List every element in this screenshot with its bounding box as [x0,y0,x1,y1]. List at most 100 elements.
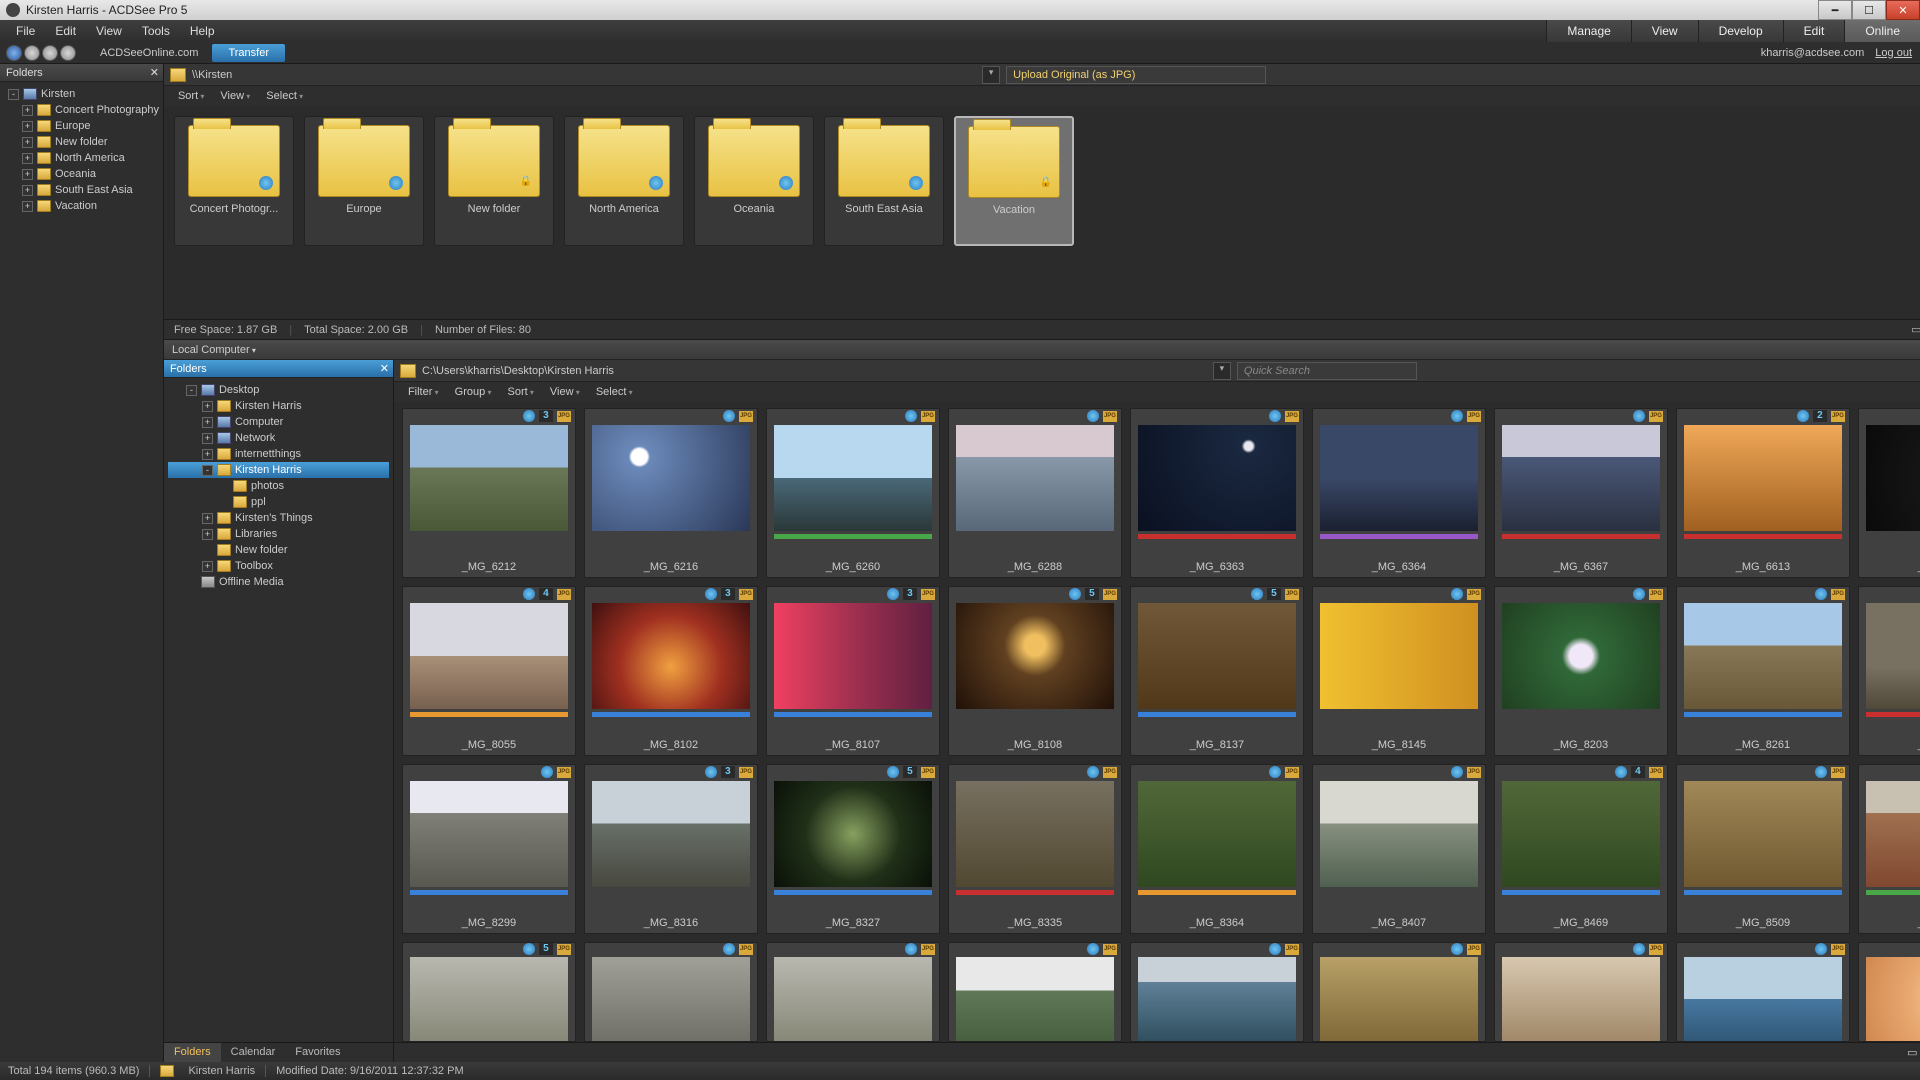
local-sort-button[interactable]: Sort [501,384,539,400]
thumbnail-card[interactable]: JPG [1130,942,1304,1042]
thumbnail-card[interactable]: JPG_MG_8299 [402,764,576,934]
online-tree-item[interactable]: +Concert Photography [4,102,159,118]
online-folder-card[interactable]: North America [564,116,684,246]
local-tree-item[interactable]: +Kirsten Harris [168,398,389,414]
online-sort-button[interactable]: Sort [172,88,210,104]
thumbnail-card[interactable]: JPG_MG_8261 [1676,586,1850,756]
online-tree-root[interactable]: -Kirsten [4,86,159,102]
local-select-button[interactable]: Select [590,384,639,400]
local-tree-item[interactable]: -Desktop [168,382,389,398]
thumbnail-card[interactable]: 3JPG_MG_6212 [402,408,576,578]
menu-file[interactable]: File [6,21,45,41]
online-tree-item[interactable]: +New folder [4,134,159,150]
thumbnail-card[interactable]: JPG_MG_8145 [1312,586,1486,756]
thumbnail-card[interactable]: 4JPG_MG_8055 [402,586,576,756]
online-tree-item[interactable]: +North America [4,150,159,166]
tree-tab-folders[interactable]: Folders [164,1043,221,1062]
path-dropdown-button[interactable]: ▾ [982,66,1000,84]
thumbnail-card[interactable]: 3JPG_MG_8102 [584,586,758,756]
mode-tab-online[interactable]: Online [1844,20,1920,42]
thumbnail-card[interactable]: JPG [1312,942,1486,1042]
close-icon[interactable]: ✕ [380,362,389,375]
thumbnail-card[interactable]: JPG [1676,942,1850,1042]
thumbnail-card[interactable]: 5JPG_MG_8137 [1130,586,1304,756]
online-thumb-slider[interactable]: ▭ ▭ [1911,323,1920,336]
thumbnail-scroll[interactable]: 3JPG_MG_6212JPG_MG_6216JPG_MG_6260JPG_MG… [394,402,1920,1042]
upload-mode-select[interactable]: Upload Original (as JPG) [1006,66,1266,84]
menu-help[interactable]: Help [180,21,225,41]
close-icon[interactable]: ✕ [150,66,159,79]
thumbnail-card[interactable]: JPG_MG_6363 [1130,408,1304,578]
local-tree-item[interactable]: +Kirsten's Things [168,510,389,526]
local-tree-item[interactable]: +internetthings [168,446,389,462]
thumbnail-card[interactable]: 3JPG_MG_8107 [766,586,940,756]
thumbnail-card[interactable]: 1JPG_MG_8287 [1858,586,1920,756]
menu-edit[interactable]: Edit [45,21,86,41]
window-close-button[interactable]: ✕ [1886,0,1920,20]
local-group-button[interactable]: Group [449,384,498,400]
thumbnail-card[interactable]: JPG [1858,942,1920,1042]
quick-search-input[interactable]: Quick Search [1237,362,1417,380]
thumbnail-card[interactable]: JPG_MG_6364 [1312,408,1486,578]
online-folder-card[interactable]: 🔒Vacation [954,116,1074,246]
thumbnail-card[interactable]: JPG [584,942,758,1042]
nav-back-button[interactable] [6,45,22,61]
thumbnail-card[interactable]: JPG_MG_8203 [1494,586,1668,756]
acdsee-online-link[interactable]: ACDSeeOnline.com [90,45,208,61]
logout-link[interactable]: Log out [1875,47,1912,59]
window-minimize-button[interactable]: ━ [1818,0,1852,20]
tree-tab-favorites[interactable]: Favorites [285,1043,350,1062]
thumbnail-card[interactable]: JPG_MG_8407 [1312,764,1486,934]
local-tree-item[interactable]: +Computer [168,414,389,430]
local-tree-item[interactable]: +Toolbox [168,558,389,574]
thumbnail-card[interactable]: 3JPG_MG_8316 [584,764,758,934]
thumbnail-card[interactable]: JPG_MG_6288 [948,408,1122,578]
nav-forward-button[interactable] [24,45,40,61]
thumbnail-card[interactable]: 5JPG_MG_8108 [948,586,1122,756]
zoom-out-icon[interactable]: ▭ [1911,323,1920,336]
thumbnail-card[interactable]: 4JPG_MG_8547 [1858,764,1920,934]
nav-home-button[interactable] [60,45,76,61]
online-folder-card[interactable]: Europe [304,116,424,246]
online-view-button[interactable]: View [214,88,256,104]
thumbnail-card[interactable]: JPG_MG_8335 [948,764,1122,934]
thumbnail-card[interactable]: 4JPG_MG_8469 [1494,764,1668,934]
online-folder-card[interactable]: South East Asia [824,116,944,246]
mode-tab-develop[interactable]: Develop [1698,20,1783,42]
menu-view[interactable]: View [86,21,132,41]
path-dropdown-button[interactable]: ▾ [1213,362,1231,380]
local-tree-item[interactable]: New folder [168,542,389,558]
online-tree-item[interactable]: +Vacation [4,198,159,214]
menu-tools[interactable]: Tools [132,21,180,41]
thumbnail-card[interactable]: JPG_MG_8509 [1676,764,1850,934]
local-view-button[interactable]: View [544,384,586,400]
mode-tab-manage[interactable]: Manage [1546,20,1630,42]
local-tree-item[interactable]: -Kirsten Harris [168,462,389,478]
online-tree-item[interactable]: +Oceania [4,166,159,182]
nav-refresh-button[interactable] [42,45,58,61]
zoom-out-icon[interactable]: ▭ [1907,1046,1917,1059]
thumbnail-card[interactable]: JPG_MG_6677 [1858,408,1920,578]
window-maximize-button[interactable]: ☐ [1852,0,1886,20]
online-folder-card[interactable]: Oceania [694,116,814,246]
thumbnail-card[interactable]: 5JPG [402,942,576,1042]
local-tree-item[interactable]: photos [168,478,389,494]
thumbnail-card[interactable]: JPG [948,942,1122,1042]
online-tree-item[interactable]: +Europe [4,118,159,134]
mode-tab-edit[interactable]: Edit [1783,20,1845,42]
mode-tab-view[interactable]: View [1631,20,1698,42]
local-filter-button[interactable]: Filter [402,384,445,400]
local-path[interactable]: C:\Users\kharris\Desktop\Kirsten Harris [422,365,614,377]
thumbnail-card[interactable]: JPG_MG_6367 [1494,408,1668,578]
local-tree-item[interactable]: +Libraries [168,526,389,542]
thumbnail-card[interactable]: 5JPG_MG_8327 [766,764,940,934]
thumbnail-card[interactable]: JPG_MG_6216 [584,408,758,578]
online-tree-item[interactable]: +South East Asia [4,182,159,198]
local-tree-item[interactable]: ppl [168,494,389,510]
transfer-tab[interactable]: Transfer [212,44,285,62]
tree-tab-calendar[interactable]: Calendar [221,1043,286,1062]
online-select-button[interactable]: Select [260,88,309,104]
local-computer-label[interactable]: Local Computer [172,344,256,356]
online-path[interactable]: \\Kirsten [192,69,232,81]
thumbnail-card[interactable]: JPG_MG_6260 [766,408,940,578]
